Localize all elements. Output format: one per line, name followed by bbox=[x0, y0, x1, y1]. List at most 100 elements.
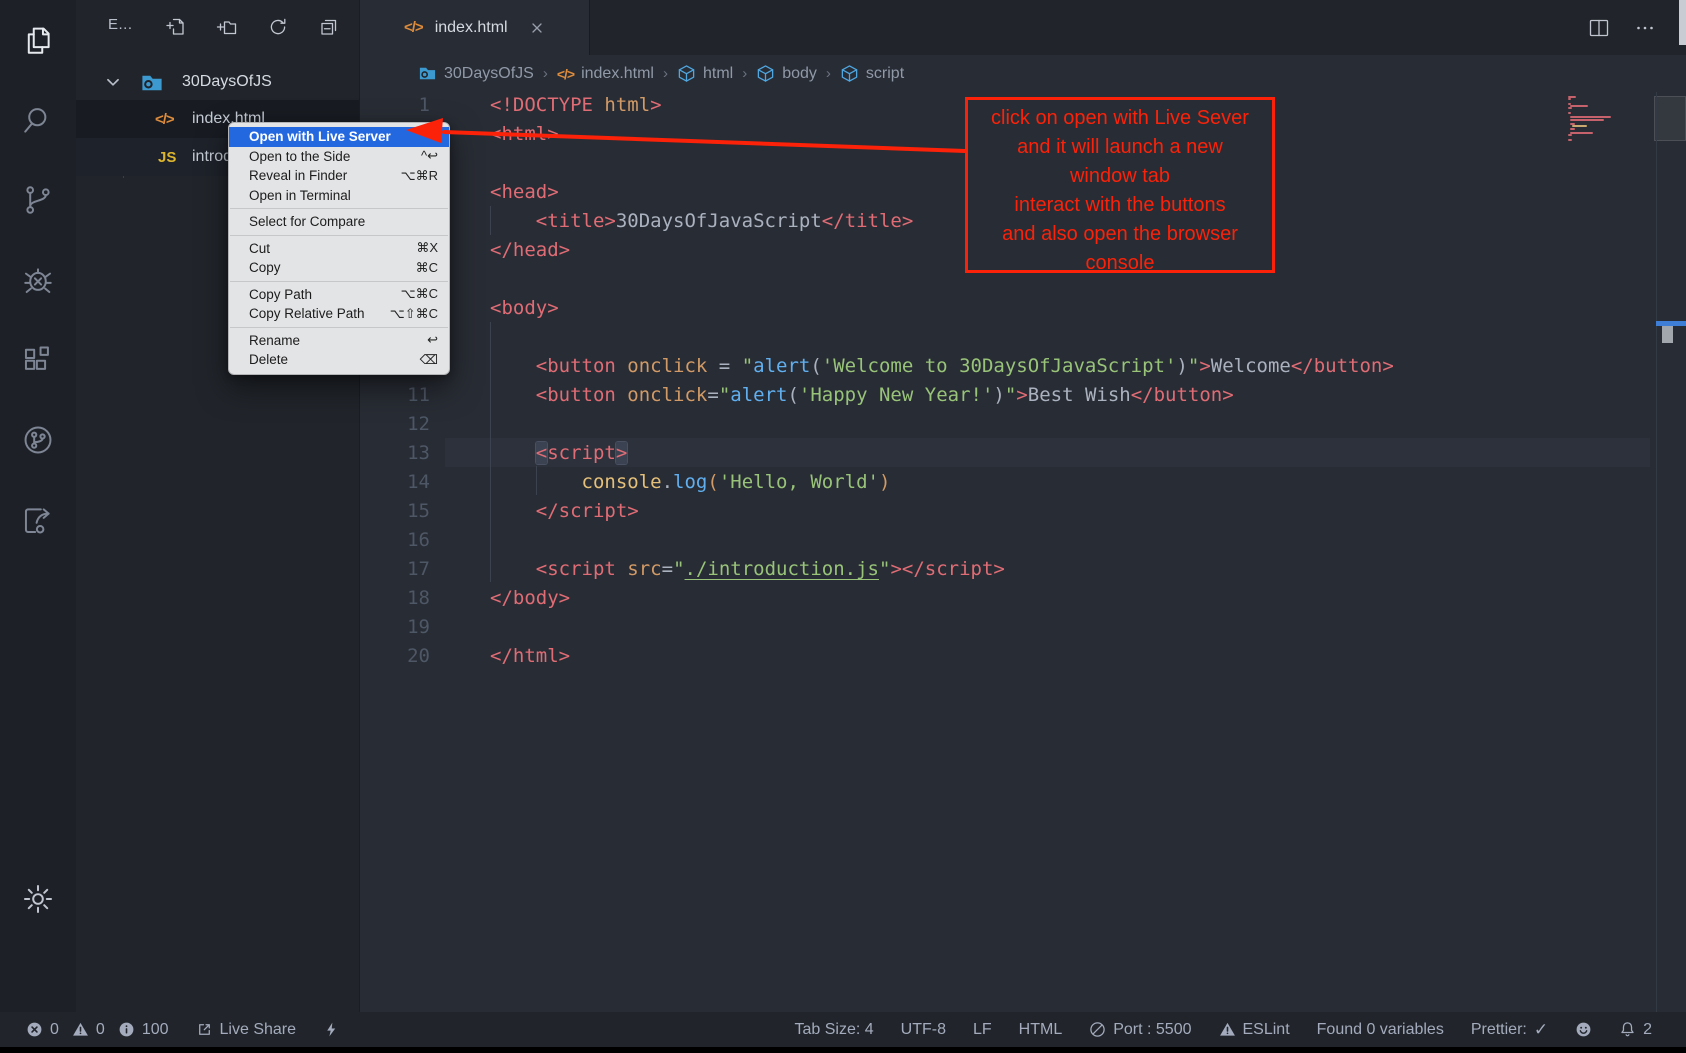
minimap-line bbox=[1568, 107, 1572, 109]
new-file-button[interactable] bbox=[164, 15, 188, 39]
code-line-13[interactable]: 13 <script> bbox=[360, 438, 1686, 467]
status-item-utf-8[interactable]: UTF-8 bbox=[901, 1021, 946, 1039]
menu-item-label: Delete bbox=[249, 352, 420, 367]
activity-item-source-control[interactable] bbox=[16, 178, 60, 222]
breadcrumb-separator: › bbox=[742, 65, 747, 82]
status-item-0[interactable]: 0 bbox=[72, 1021, 105, 1039]
bolt-icon bbox=[323, 1021, 340, 1038]
error-circle-icon bbox=[26, 1021, 43, 1038]
status-item-label: Tab Size: 4 bbox=[795, 1021, 874, 1039]
menu-separator bbox=[230, 327, 448, 328]
status-item-port-5500[interactable]: Port : 5500 bbox=[1089, 1021, 1191, 1039]
menu-item-shortcut: ⌘X bbox=[416, 240, 438, 256]
status-item-html[interactable]: HTML bbox=[1019, 1021, 1063, 1039]
code-line-16[interactable]: 16 bbox=[360, 525, 1686, 554]
context-menu-item-delete[interactable]: Delete⌫ bbox=[229, 350, 449, 370]
menu-item-shortcut: ⌫ bbox=[420, 352, 438, 368]
refresh-button[interactable] bbox=[266, 15, 290, 39]
root-folder-label: 30DaysOfJS bbox=[182, 73, 272, 91]
tab-index-html[interactable]: </> index.html bbox=[360, 0, 590, 55]
activity-item-gitlens[interactable] bbox=[16, 418, 60, 462]
code-line-20[interactable]: 20</html> bbox=[360, 641, 1686, 670]
live-share-activity-icon bbox=[21, 503, 55, 537]
code-text: <script> bbox=[430, 442, 627, 464]
breadcrumb-label: script bbox=[866, 65, 904, 83]
minimap-slider[interactable] bbox=[1654, 96, 1686, 141]
scrollbar-divider bbox=[1656, 92, 1657, 1012]
gear-icon bbox=[21, 882, 55, 916]
more-actions-icon[interactable] bbox=[1632, 15, 1658, 41]
status-bar-right: Tab Size: 4 UTF-8 LF HTML Port : 5500 ESLint F… bbox=[795, 1020, 1686, 1040]
status-item-lf[interactable]: LF bbox=[973, 1021, 992, 1039]
activity-item-live-share[interactable] bbox=[16, 498, 60, 542]
code-text: console.log('Hello, World') bbox=[430, 471, 890, 493]
code-line-10[interactable]: 10 <button onclick = "alert('Welcome to … bbox=[360, 351, 1686, 380]
tree-item-root-folder[interactable]: 30DaysOfJS bbox=[76, 64, 359, 100]
breadcrumb-item-html[interactable]: html bbox=[677, 64, 733, 83]
code-line-14[interactable]: 14 console.log('Hello, World') bbox=[360, 467, 1686, 496]
status-item-prettier[interactable]: Prettier:✓ bbox=[1471, 1020, 1548, 1040]
context-menu-item-rename[interactable]: Rename↩ bbox=[229, 331, 449, 351]
minimap[interactable] bbox=[1568, 96, 1640, 142]
status-item-smiley-icon[interactable] bbox=[1575, 1021, 1592, 1038]
code-line-12[interactable]: 12 bbox=[360, 409, 1686, 438]
breadcrumb-item-30daysofjs[interactable]: 30DaysOfJS bbox=[418, 64, 534, 83]
minimap-line bbox=[1570, 105, 1588, 107]
annotation-text-line: click on open with Live Sever bbox=[968, 104, 1272, 133]
annotation-text-line: and also open the browser bbox=[968, 220, 1272, 249]
code-line-15[interactable]: 15 </script> bbox=[360, 496, 1686, 525]
status-item-found-0-variables[interactable]: Found 0 variables bbox=[1317, 1021, 1444, 1039]
context-menu-item-select-for-compare[interactable]: Select for Compare bbox=[229, 212, 449, 232]
code-line-8[interactable]: 8<body> bbox=[360, 293, 1686, 322]
code-line-18[interactable]: 18</body> bbox=[360, 583, 1686, 612]
line-number: 19 bbox=[360, 616, 430, 638]
split-editor-icon[interactable] bbox=[1586, 15, 1612, 41]
new-folder-button[interactable] bbox=[215, 15, 239, 39]
context-menu-item-copy-path[interactable]: Copy Path⌥⌘C bbox=[229, 285, 449, 305]
activity-item-explorer[interactable] bbox=[16, 18, 60, 62]
context-menu-item-reveal-in-finder[interactable]: Reveal in Finder⌥⌘R bbox=[229, 166, 449, 186]
status-item-100[interactable]: 100 bbox=[118, 1021, 169, 1039]
collapse-all-button[interactable] bbox=[317, 15, 341, 39]
status-item-bolt-icon[interactable] bbox=[323, 1021, 340, 1038]
status-item-eslint[interactable]: ESLint bbox=[1219, 1021, 1290, 1039]
code-line-9[interactable]: 9 bbox=[360, 322, 1686, 351]
line-number: 17 bbox=[360, 558, 430, 580]
status-item-tab-size-4[interactable]: Tab Size: 4 bbox=[795, 1021, 874, 1039]
folder-icon bbox=[140, 71, 164, 93]
menu-item-label: Copy Path bbox=[249, 287, 401, 302]
minimap-line bbox=[1572, 125, 1587, 127]
line-number: 14 bbox=[360, 471, 430, 493]
menu-item-shortcut: ⌥⌘R bbox=[401, 168, 438, 184]
vscode-window: E... 30DaysOfJS </> index.html JS introd… bbox=[0, 0, 1686, 1053]
minimap-line bbox=[1570, 132, 1593, 134]
context-menu-item-open-in-terminal[interactable]: Open in Terminal bbox=[229, 186, 449, 206]
menu-item-shortcut: ⌥⇧⌘C bbox=[390, 306, 438, 322]
activity-item-search[interactable] bbox=[16, 98, 60, 142]
status-item-0[interactable]: 0 bbox=[26, 1021, 59, 1039]
status-item-label: 0 bbox=[96, 1021, 105, 1039]
context-menu-item-open-to-the-side[interactable]: Open to the Side^↩ bbox=[229, 147, 449, 167]
activity-item-extensions[interactable] bbox=[16, 338, 60, 382]
scrollbar-thumb[interactable] bbox=[1662, 326, 1673, 343]
code-line-11[interactable]: 11 <button onclick="alert('Happy New Yea… bbox=[360, 380, 1686, 409]
close-icon[interactable] bbox=[526, 17, 548, 39]
breadcrumb-item-script[interactable]: script bbox=[840, 64, 904, 83]
context-menu-item-copy-relative-path[interactable]: Copy Relative Path⌥⇧⌘C bbox=[229, 304, 449, 324]
menu-item-label: Reveal in Finder bbox=[249, 168, 401, 183]
context-menu-item-cut[interactable]: Cut⌘X bbox=[229, 239, 449, 259]
context-menu-item-open-with-live-server[interactable]: Open with Live Server bbox=[229, 127, 449, 147]
code-line-17[interactable]: 17 <script src="./introduction.js"></scr… bbox=[360, 554, 1686, 583]
code-line-19[interactable]: 19 bbox=[360, 612, 1686, 641]
menu-item-shortcut: ^↩ bbox=[421, 148, 438, 164]
status-item-2[interactable]: 2 bbox=[1619, 1021, 1652, 1039]
breadcrumb-item-body[interactable]: body bbox=[756, 64, 817, 83]
context-menu-item-copy[interactable]: Copy⌘C bbox=[229, 258, 449, 278]
breadcrumb-item-index-html[interactable]: </>index.html bbox=[557, 65, 654, 83]
activity-item-run-debug[interactable] bbox=[16, 258, 60, 302]
tab-bar: </> index.html bbox=[360, 0, 1686, 55]
status-item-live-share[interactable]: Live Share bbox=[196, 1021, 297, 1039]
status-item-label: 0 bbox=[50, 1021, 59, 1039]
minimap-line bbox=[1568, 134, 1572, 136]
activity-item-settings[interactable] bbox=[16, 877, 60, 921]
